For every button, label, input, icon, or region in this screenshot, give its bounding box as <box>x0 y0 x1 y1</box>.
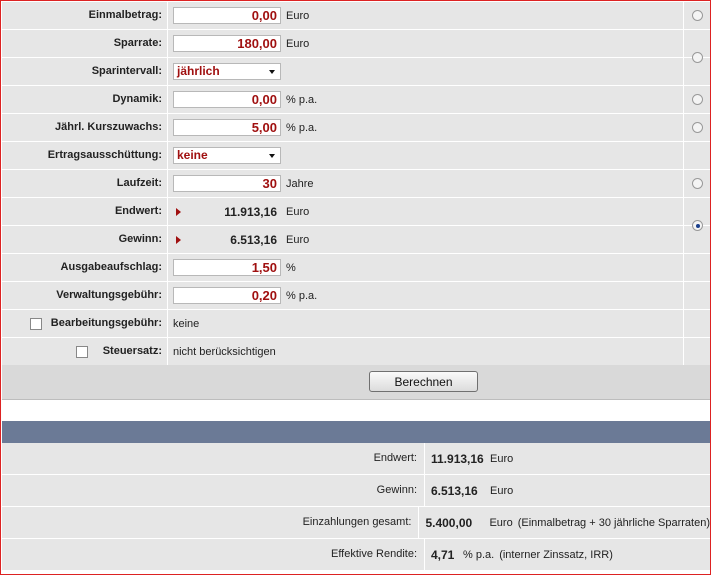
button-bar: Berechnen <box>2 365 710 400</box>
result-unit-einzahlungen: Euro <box>489 516 513 529</box>
result-unit-rendite: % p.a. <box>463 548 495 561</box>
bearbeitung-value: keine <box>173 317 200 330</box>
unit-dynamik: % p.a. <box>286 93 318 106</box>
row-gewinn: Gewinn: 6.513,16 Euro <box>2 226 710 254</box>
result-row-einzahlungen: Einzahlungen gesamt: 5.400,00 Euro (Einm… <box>2 507 710 539</box>
unit-kurszuwachs: % p.a. <box>286 121 318 134</box>
ausgabeaufschlag-input[interactable]: 1,50 <box>173 259 281 276</box>
einmalbetrag-input[interactable]: 0,00 <box>173 7 281 24</box>
row-sparrate: Sparrate: 180,00 Euro <box>2 30 710 63</box>
sparintervall-select[interactable]: jährlich <box>173 63 281 80</box>
ertrag-value: keine <box>177 148 208 162</box>
result-row-gewinn: Gewinn: 6.513,16 Euro <box>2 475 710 507</box>
row-bearbeitung: Bearbeitungsgebühr: keine <box>2 310 710 338</box>
label-sparintervall: Sparintervall: <box>91 65 162 77</box>
label-sparrate: Sparrate: <box>113 37 162 49</box>
result-value-einzahlungen: 5.400,00 <box>425 515 473 530</box>
result-unit-gewinn: Euro <box>490 484 514 497</box>
unit-sparrate: Euro <box>286 37 310 50</box>
kurszuwachs-input[interactable]: 5,00 <box>173 119 281 136</box>
result-label-einzahlungen: Einzahlungen gesamt: <box>302 516 412 528</box>
bearbeitung-checkbox[interactable] <box>29 317 42 330</box>
verwaltung-input[interactable]: 0,20 <box>173 287 281 304</box>
unit-einmalbetrag: Euro <box>286 9 310 22</box>
unit-laufzeit: Jahre <box>286 177 314 190</box>
label-endwert: Endwert: <box>114 205 162 217</box>
row-sparintervall: Sparintervall: jährlich <box>2 58 710 86</box>
berechnen-button[interactable]: Berechnen <box>369 371 478 392</box>
unit-ausgabeaufschlag: % <box>286 261 296 274</box>
calculator-frame: Einmalbetrag: 0,00 Euro Sparrate: 180,00… <box>0 0 711 575</box>
label-verwaltung: Verwaltungsgebühr: <box>56 289 162 301</box>
input-form: Einmalbetrag: 0,00 Euro Sparrate: 180,00… <box>2 2 710 366</box>
label-ertrag: Ertragsausschüttung: <box>47 149 162 161</box>
result-label-rendite: Effektive Rendite: <box>330 548 417 560</box>
steuersatz-value: nicht berücksichtigen <box>173 345 276 358</box>
row-verwaltung: Verwaltungsgebühr: 0,20 % p.a. <box>2 282 710 310</box>
row-kurszuwachs: Jährl. Kurszuwachs: 5,00 % p.a. <box>2 114 710 142</box>
result-label-endwert: Endwert: <box>373 452 417 464</box>
radio-kurszuwachs[interactable] <box>692 122 703 133</box>
unit-endwert: Euro <box>286 205 310 218</box>
laufzeit-input[interactable]: 30 <box>173 175 281 192</box>
results-section: Endwert: 11.913,16 Euro Gewinn: 6.513,16… <box>2 443 710 571</box>
chevron-down-icon <box>269 154 275 158</box>
sparintervall-value: jährlich <box>177 64 220 78</box>
label-dynamik: Dynamik: <box>112 93 162 105</box>
row-steuersatz: Steuersatz: nicht berücksichtigen <box>2 338 710 366</box>
result-note-rendite: (interner Zinssatz, IRR) <box>499 548 613 561</box>
label-laufzeit: Laufzeit: <box>116 177 162 189</box>
endwert-value: 11.913,16 <box>224 204 277 219</box>
row-ausgabeaufschlag: Ausgabeaufschlag: 1,50 % <box>2 254 710 282</box>
row-einmalbetrag: Einmalbetrag: 0,00 Euro <box>2 2 710 30</box>
result-row-rendite: Effektive Rendite: 4,71 % p.a. (interner… <box>2 539 710 571</box>
result-row-endwert: Endwert: 11.913,16 Euro <box>2 443 710 475</box>
row-laufzeit: Laufzeit: 30 Jahre <box>2 170 710 198</box>
gewinn-value: 6.513,16 <box>230 232 277 247</box>
row-ertragsausschuettung: Ertragsausschüttung: keine <box>2 142 710 170</box>
result-note-einzahlungen: (Einmalbetrag + 30 jährliche Sparraten) <box>517 516 710 529</box>
ertrag-select[interactable]: keine <box>173 147 281 164</box>
label-kurszuwachs: Jährl. Kurszuwachs: <box>55 121 162 133</box>
unit-verwaltung: % p.a. <box>286 289 318 302</box>
radio-endwert-selected[interactable] <box>692 220 703 231</box>
radio-dynamik[interactable] <box>692 94 703 105</box>
label-ausgabeaufschlag: Ausgabeaufschlag: <box>60 261 162 273</box>
chevron-down-icon <box>269 70 275 74</box>
result-value-rendite: 4,71 <box>431 547 455 562</box>
result-value-gewinn: 6.513,16 <box>431 483 478 498</box>
label-steuersatz: Steuersatz: <box>102 345 162 357</box>
label-einmalbetrag: Einmalbetrag: <box>88 9 162 21</box>
row-dynamik: Dynamik: 0,00 % p.a. <box>2 86 710 114</box>
steuersatz-checkbox[interactable] <box>75 345 88 358</box>
radio-einmalbetrag[interactable] <box>692 10 703 21</box>
radio-sparrate[interactable] <box>692 52 703 63</box>
unit-gewinn: Euro <box>286 233 310 246</box>
result-label-gewinn: Gewinn: <box>376 484 417 496</box>
label-gewinn: Gewinn: <box>118 233 162 245</box>
result-value-endwert: 11.913,16 <box>431 451 484 466</box>
label-bearbeitung: Bearbeitungsgebühr: <box>50 317 162 329</box>
result-unit-endwert: Euro <box>490 452 514 465</box>
dynamik-input[interactable]: 0,00 <box>173 91 281 108</box>
sparrate-input[interactable]: 180,00 <box>173 35 281 52</box>
row-endwert: Endwert: 11.913,16 Euro <box>2 198 710 231</box>
results-header-bar <box>2 421 710 443</box>
radio-laufzeit[interactable] <box>692 178 703 189</box>
